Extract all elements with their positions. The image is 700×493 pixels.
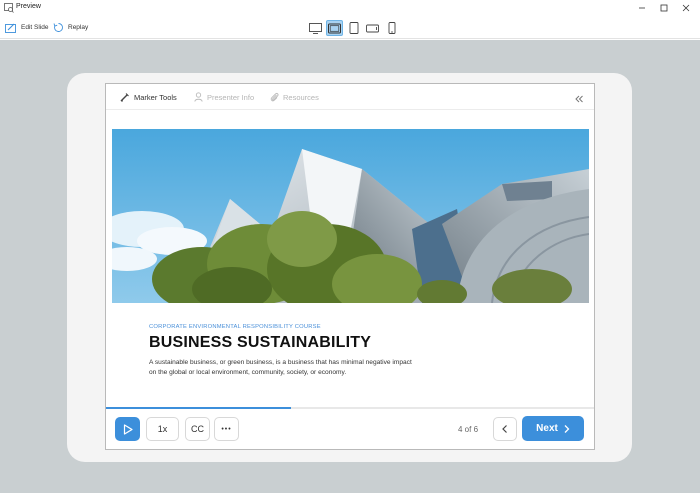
next-button-label: Next [536, 423, 558, 434]
edit-slide-icon [5, 23, 16, 33]
player-screen: Marker Tools Presenter Info Resources CO… [105, 83, 595, 450]
more-options-button[interactable]: ••• [214, 417, 239, 441]
play-button[interactable] [115, 417, 140, 441]
device-tablet-landscape-button[interactable] [326, 20, 343, 36]
close-icon [682, 4, 690, 12]
previous-button[interactable] [493, 417, 517, 441]
marker-icon [120, 93, 129, 102]
preview-window-icon [4, 3, 14, 13]
slide-hero-image [112, 129, 589, 303]
slide-kicker: CORPORATE ENVIRONMENTAL RESPONSIBILITY C… [149, 324, 321, 330]
tab-resources[interactable]: Resources [270, 92, 319, 102]
tab-marker-tools[interactable]: Marker Tools [120, 92, 177, 102]
desktop-icon [309, 22, 322, 34]
building-photo [112, 129, 589, 303]
window-title: Preview [16, 3, 41, 10]
replay-label: Replay [68, 24, 89, 31]
tab-presenter-info[interactable]: Presenter Info [194, 92, 254, 102]
window-titlebar: Preview [0, 0, 700, 16]
player-topbar: Marker Tools Presenter Info Resources [106, 84, 594, 110]
device-tablet-portrait-button[interactable] [345, 20, 362, 36]
tab-resources-label: Resources [283, 92, 319, 102]
phone-portrait-icon [388, 22, 395, 34]
device-switcher [307, 20, 400, 36]
playback-speed-button[interactable]: 1x [146, 417, 179, 441]
double-chevron-left-icon [575, 95, 583, 103]
next-button[interactable]: Next [522, 416, 584, 441]
close-button[interactable] [672, 0, 700, 16]
play-icon [123, 423, 133, 435]
paperclip-icon [270, 93, 279, 102]
device-phone-landscape-button[interactable] [364, 20, 381, 36]
replay-button[interactable]: Replay [53, 20, 88, 35]
device-phone-portrait-button[interactable] [383, 20, 400, 36]
tablet-landscape-icon [328, 23, 341, 33]
slide-description: A sustainable business, or green busines… [149, 359, 412, 376]
progress-bar[interactable] [106, 407, 594, 409]
tab-marker-tools-label: Marker Tools [134, 92, 177, 102]
replay-icon [53, 23, 63, 32]
closed-captions-button[interactable]: CC [185, 417, 210, 441]
edit-slide-button[interactable]: Edit Slide [5, 20, 48, 35]
slide-page-count: 4 of 6 [458, 425, 479, 434]
tablet-portrait-icon [349, 22, 358, 34]
phone-landscape-icon [366, 24, 379, 32]
chevron-left-icon [502, 425, 507, 433]
edit-slide-label: Edit Slide [21, 24, 49, 31]
person-icon [194, 92, 203, 102]
preview-toolbar: Edit Slide Replay [0, 16, 700, 39]
slide-text-block: CORPORATE ENVIRONMENTAL RESPONSIBILITY C… [149, 324, 449, 378]
progress-fill [106, 407, 292, 409]
tab-presenter-info-label: Presenter Info [207, 92, 255, 102]
chevron-right-icon [564, 424, 570, 433]
slide-title: BUSINESS SUSTAINABILITY [149, 334, 372, 351]
device-desktop-button[interactable] [307, 20, 324, 36]
maximize-icon [660, 4, 668, 12]
minimize-icon [639, 7, 645, 9]
collapse-sidebar-button[interactable] [574, 91, 584, 109]
